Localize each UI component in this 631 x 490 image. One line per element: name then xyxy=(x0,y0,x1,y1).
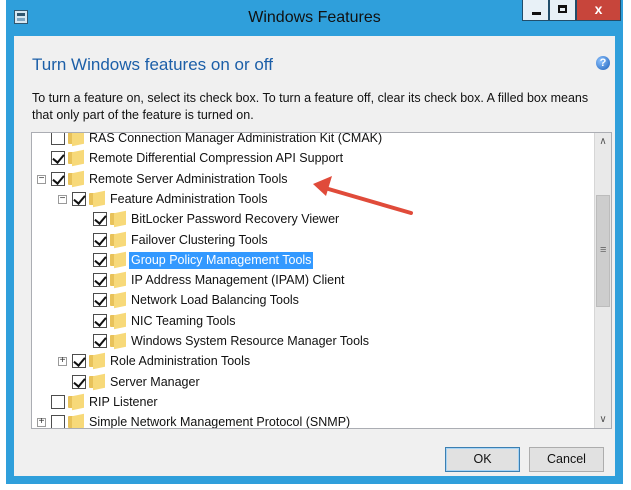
folder-icon xyxy=(110,273,126,287)
folder-icon xyxy=(110,334,126,348)
tree-item-label[interactable]: Remote Differential Compression API Supp… xyxy=(87,150,345,167)
tree-item-label[interactable]: IP Address Management (IPAM) Client xyxy=(129,272,347,289)
scrollbar-thumb[interactable]: ≡ xyxy=(596,195,610,307)
ok-button[interactable]: OK xyxy=(445,447,520,472)
tree-item[interactable]: + Simple Network Management Protocol (SNM… xyxy=(32,413,592,428)
collapse-icon[interactable]: − xyxy=(37,173,46,184)
folder-icon xyxy=(68,415,84,428)
folder-icon xyxy=(68,172,84,186)
maximize-icon xyxy=(558,5,567,13)
feature-checkbox[interactable] xyxy=(51,415,65,428)
minimize-icon xyxy=(532,12,541,15)
folder-icon xyxy=(110,233,126,247)
tree-item[interactable]: Group Policy Management Tools xyxy=(32,251,592,271)
tree-item[interactable]: RAS Connection Manager Administration Ki… xyxy=(32,133,592,149)
scroll-down-icon[interactable]: ∨ xyxy=(595,411,611,428)
tree-item-label[interactable]: RAS Connection Manager Administration Ki… xyxy=(87,133,384,147)
feature-checkbox[interactable] xyxy=(93,273,107,288)
tree-item-label[interactable]: Role Administration Tools xyxy=(108,353,252,370)
title-bar: Windows Features x xyxy=(6,0,623,36)
tree-item[interactable]: Remote Differential Compression API Supp… xyxy=(32,149,592,169)
tree-item-label[interactable]: Network Load Balancing Tools xyxy=(129,292,301,309)
tree-item-label[interactable]: Simple Network Management Protocol (SNMP… xyxy=(87,414,352,428)
feature-checkbox[interactable] xyxy=(72,354,86,369)
collapse-icon[interactable]: − xyxy=(58,193,67,204)
expand-icon[interactable]: + xyxy=(37,417,46,428)
feature-checkbox[interactable] xyxy=(93,212,107,227)
folder-icon xyxy=(89,375,105,389)
folder-icon xyxy=(89,354,105,368)
windows-features-window: Windows Features x Turn Windows features… xyxy=(6,0,623,484)
feature-checkbox[interactable] xyxy=(93,232,107,247)
tree-item[interactable]: BitLocker Password Recovery Viewer xyxy=(32,210,592,230)
tree-item[interactable]: Server Manager xyxy=(32,373,592,393)
feature-checkbox[interactable] xyxy=(72,191,86,206)
close-icon: x xyxy=(594,1,603,17)
cancel-button[interactable]: Cancel xyxy=(529,447,604,472)
grip-icon: ≡ xyxy=(600,244,607,256)
folder-icon xyxy=(68,133,84,145)
help-icon[interactable]: ? xyxy=(596,56,610,70)
page-title: Turn Windows features on or off xyxy=(32,55,273,74)
tree-item-label[interactable]: Failover Clustering Tools xyxy=(129,232,270,249)
maximize-button[interactable] xyxy=(549,0,576,21)
tree-item[interactable]: − Remote Server Administration Tools xyxy=(32,170,592,190)
tree-item[interactable]: Network Load Balancing Tools xyxy=(32,291,592,311)
feature-checkbox[interactable] xyxy=(51,133,65,145)
tree-item-label[interactable]: Group Policy Management Tools xyxy=(129,251,314,269)
feature-checkbox[interactable] xyxy=(51,171,65,186)
feature-checkbox[interactable] xyxy=(51,394,65,409)
tree-item[interactable]: Windows System Resource Manager Tools xyxy=(32,332,592,352)
scroll-up-icon[interactable]: ∧ xyxy=(595,133,611,150)
description-text: To turn a feature on, select its check b… xyxy=(32,91,589,122)
feature-checkbox[interactable] xyxy=(72,374,86,389)
folder-icon xyxy=(110,253,126,267)
dialog-content: Turn Windows features on or off ? To tur… xyxy=(14,36,615,476)
feature-checkbox[interactable] xyxy=(93,252,107,267)
tree-item-label[interactable]: NIC Teaming Tools xyxy=(129,313,237,330)
close-button[interactable]: x xyxy=(576,0,621,21)
tree-item-label[interactable]: Remote Server Administration Tools xyxy=(87,171,289,188)
tree-item-label[interactable]: BitLocker Password Recovery Viewer xyxy=(129,211,341,228)
tree-item[interactable]: + Role Administration Tools xyxy=(32,352,592,372)
expand-icon[interactable]: + xyxy=(58,356,67,367)
folder-icon xyxy=(110,212,126,226)
feature-checkbox[interactable] xyxy=(51,151,65,166)
folder-icon xyxy=(68,395,84,409)
feature-checkbox[interactable] xyxy=(93,313,107,328)
features-tree[interactable]: + Simple Network Management Protocol (SNM… xyxy=(31,132,612,429)
folder-icon xyxy=(110,314,126,328)
folder-icon xyxy=(68,151,84,165)
tree-item-label[interactable]: Server Manager xyxy=(108,374,202,391)
tree-item-label[interactable]: Feature Administration Tools xyxy=(108,191,270,208)
folder-icon xyxy=(89,192,105,206)
tree-item[interactable]: Failover Clustering Tools xyxy=(32,231,592,251)
minimize-button[interactable] xyxy=(522,0,549,21)
vertical-scrollbar[interactable]: ∧ ≡ ∨ xyxy=(594,133,611,428)
tree-item-label[interactable]: Windows System Resource Manager Tools xyxy=(129,333,371,350)
tree-item[interactable]: NIC Teaming Tools xyxy=(32,312,592,332)
tree-item-label[interactable]: RIP Listener xyxy=(87,394,160,411)
tree-item[interactable]: − Feature Administration Tools xyxy=(32,190,592,210)
feature-checkbox[interactable] xyxy=(93,293,107,308)
folder-icon xyxy=(110,293,126,307)
tree-item[interactable]: RIP Listener xyxy=(32,393,592,413)
feature-checkbox[interactable] xyxy=(93,334,107,348)
tree-item[interactable]: IP Address Management (IPAM) Client xyxy=(32,271,592,291)
